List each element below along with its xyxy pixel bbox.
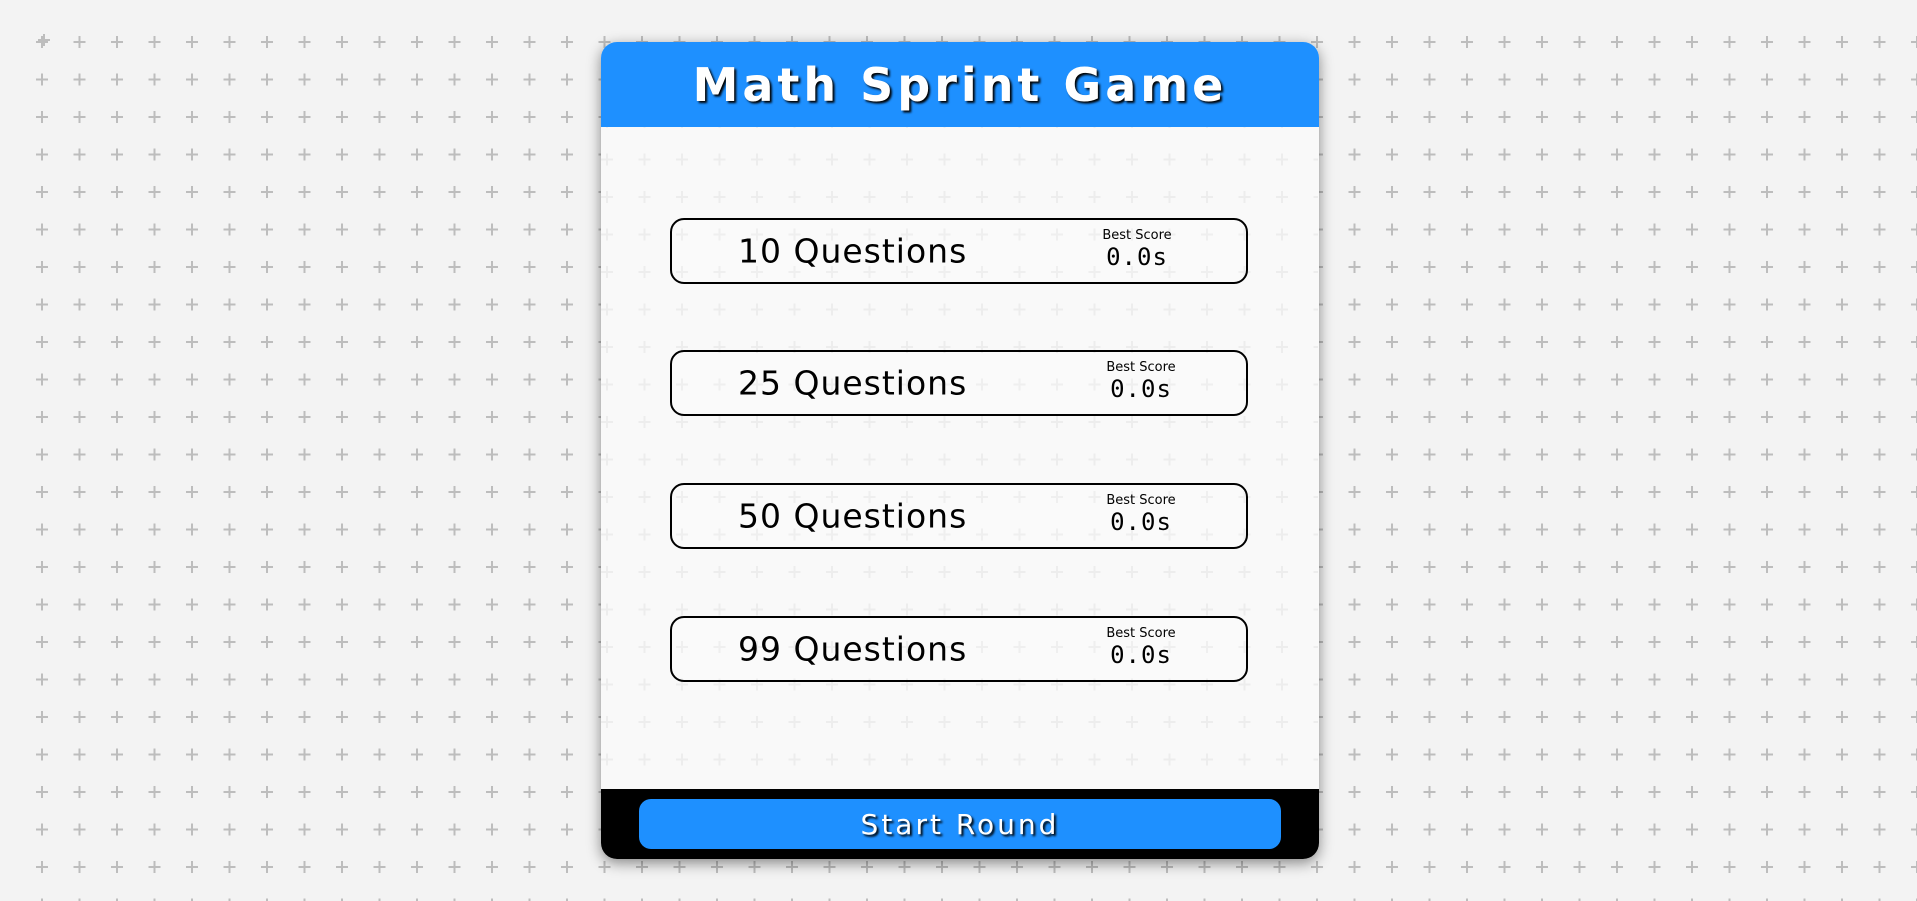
choice-label: 50 Questions [738,496,968,536]
start-round-button[interactable]: Start Round [639,799,1281,849]
best-score: Best Score 0.0s [1098,360,1184,404]
best-score: Best Score 0.0s [1098,493,1184,537]
choice-25-questions[interactable]: 25 Questions Best Score 0.0s [670,350,1248,416]
page-title: Math Sprint Game [692,57,1228,112]
choice-50-questions[interactable]: 50 Questions Best Score 0.0s [670,483,1248,549]
choice-label: 99 Questions [738,629,968,669]
choice-99-questions[interactable]: 99 Questions Best Score 0.0s [670,616,1248,682]
footer-bar: Start Round [601,789,1319,859]
best-score-value: 0.0s [1106,243,1168,271]
best-score-caption: Best Score [1102,228,1172,243]
best-score-value: 0.0s [1110,508,1172,536]
choice-label: 25 Questions [738,363,968,403]
choice-10-questions[interactable]: 10 Questions Best Score 0.0s [670,218,1248,284]
best-score-caption: Best Score [1106,493,1176,508]
best-score-value: 0.0s [1110,375,1172,403]
best-score: Best Score 0.0s [1094,228,1180,272]
choice-label: 10 Questions [738,231,968,271]
best-score-value: 0.0s [1110,641,1172,669]
best-score-caption: Best Score [1106,626,1176,641]
game-card: Math Sprint Game 10 Questions Best Score… [601,42,1319,859]
title-bar: Math Sprint Game [601,42,1319,127]
best-score-caption: Best Score [1106,360,1176,375]
best-score: Best Score 0.0s [1098,626,1184,670]
card-plus-pattern [601,42,1318,857]
